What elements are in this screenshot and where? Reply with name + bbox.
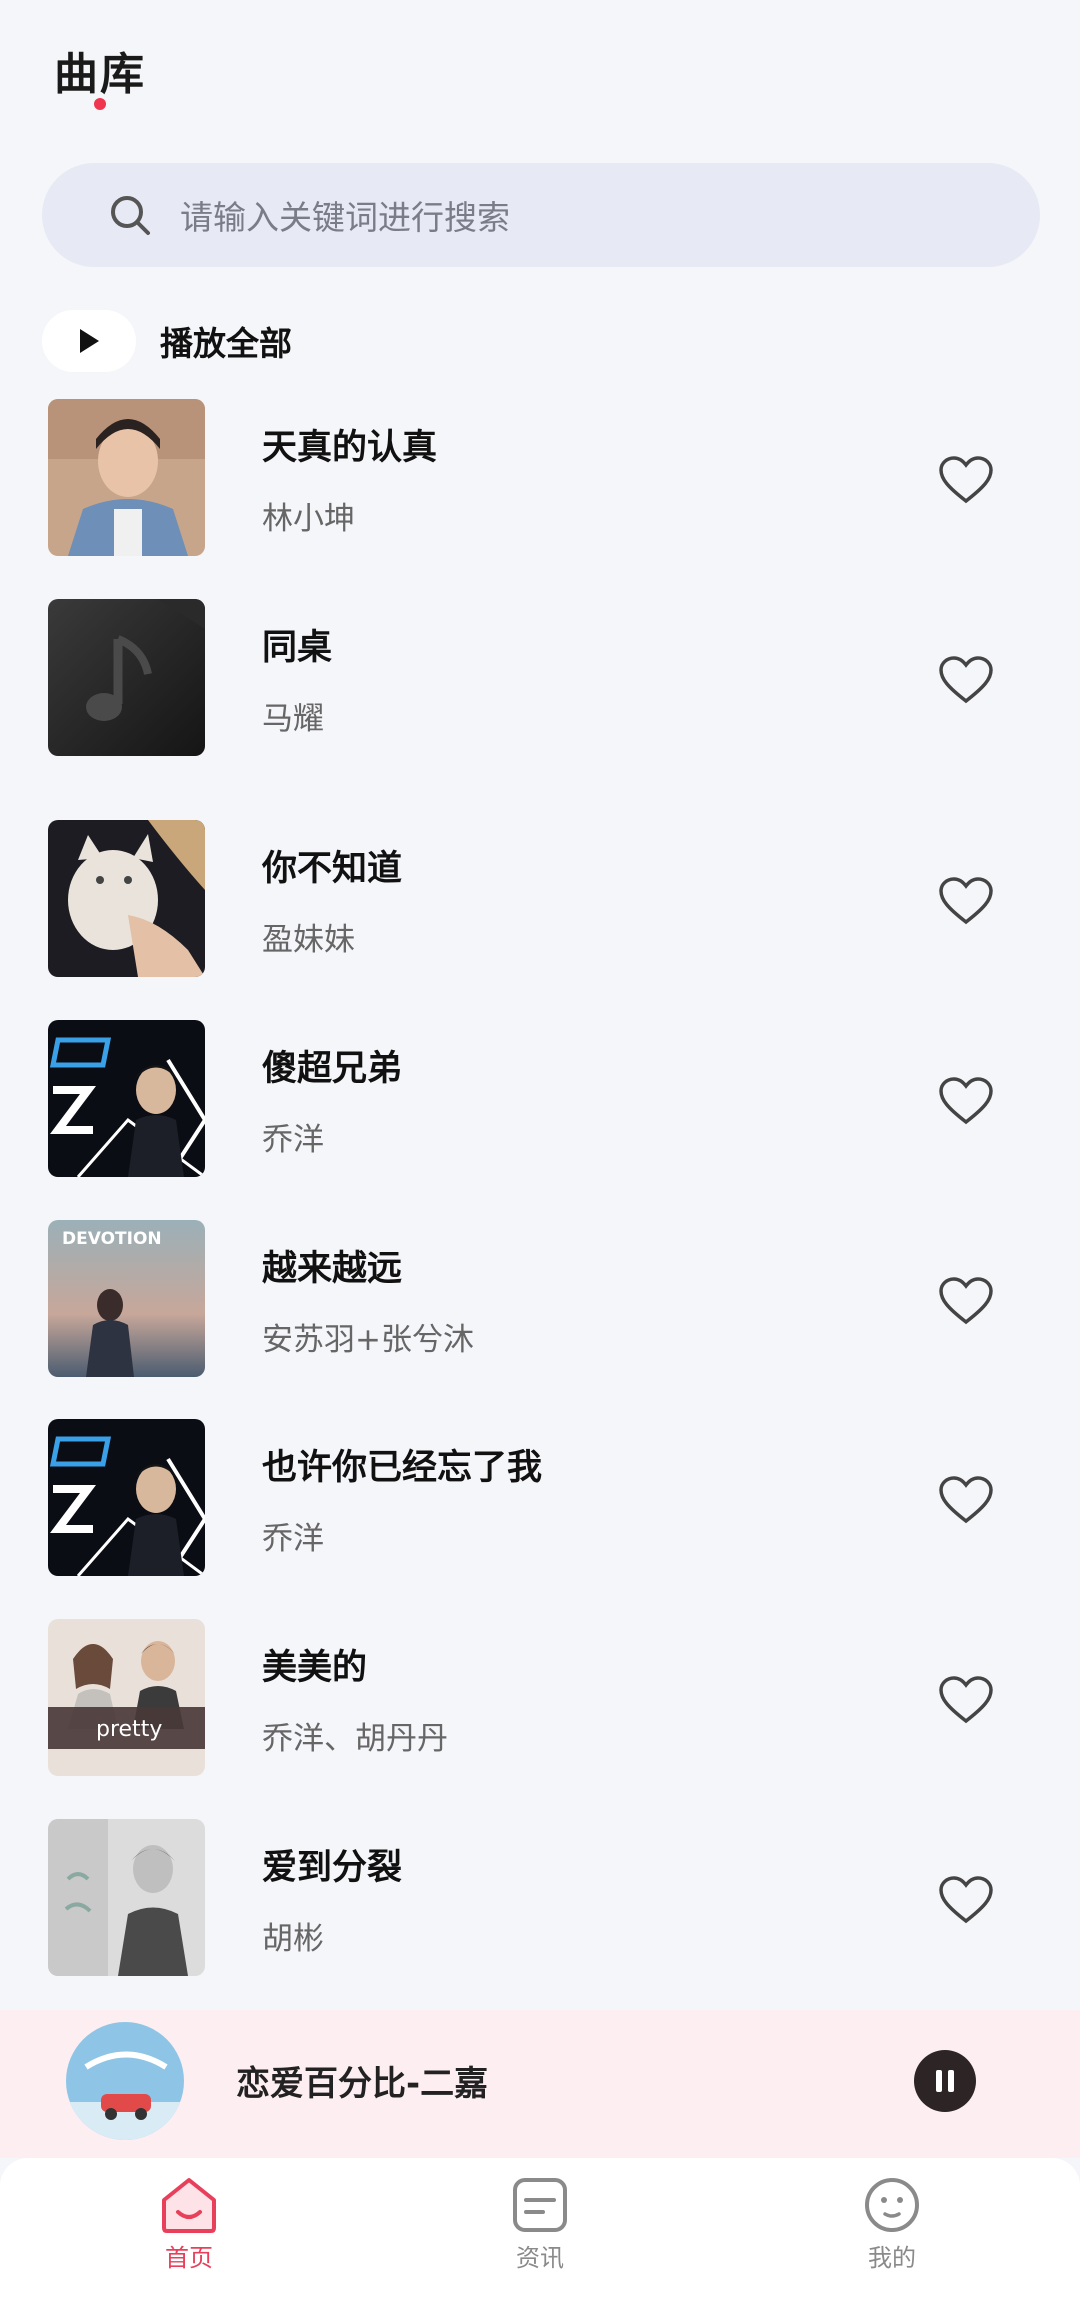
song-title: 傻超兄弟	[262, 1049, 403, 1089]
cover-pretty-text: pretty	[96, 1717, 162, 1742]
now-playing-title: 恋爱百分比-二嘉	[236, 2064, 489, 2104]
song-artist: 马耀	[262, 701, 324, 737]
album-cover: pretty	[48, 1619, 205, 1776]
song-title: 爱到分裂	[262, 1848, 403, 1888]
favorite-heart-icon[interactable]	[938, 455, 994, 505]
song-list: 天真的认真 林小坤 同桌 马耀 你不知道 盈妹妹 傻超兄弟 乔洋 DEVOTIO…	[0, 0, 1080, 2000]
tab-profile-label: 我的	[868, 2244, 916, 2272]
song-title: 你不知道	[262, 849, 403, 889]
album-art-cartoon-car	[66, 2022, 184, 2140]
music-note-placeholder-icon	[48, 599, 205, 756]
now-playing-bar[interactable]: 恋爱百分比-二嘉	[0, 2010, 1080, 2158]
profile-face-icon	[865, 2178, 919, 2232]
favorite-heart-icon[interactable]	[938, 1076, 994, 1126]
tab-profile[interactable]: 我的	[832, 2176, 952, 2273]
tab-home-label: 首页	[165, 2244, 213, 2272]
song-artist: 乔洋	[262, 1122, 324, 1158]
tab-news-label: 资讯	[516, 2244, 564, 2272]
bottom-tab-bar: 首页 资讯 我的	[0, 2158, 1080, 2298]
song-title: 越来越远	[262, 1249, 403, 1289]
song-title: 美美的	[262, 1648, 368, 1688]
album-cover	[48, 1819, 205, 1976]
album-cover	[48, 399, 205, 556]
album-art-portrait-boy	[48, 399, 205, 556]
album-art-monochrome	[48, 1819, 205, 1976]
song-title: 也许你已经忘了我	[262, 1448, 543, 1488]
album-cover	[48, 1020, 205, 1177]
album-art-neon-portrait	[48, 1020, 205, 1177]
cover-devotion-text: DEVOTION	[62, 1229, 162, 1249]
album-cover	[48, 599, 205, 756]
pause-button[interactable]	[914, 2050, 976, 2112]
album-cover	[48, 1419, 205, 1576]
song-item[interactable]: 同桌 马耀	[0, 599, 1080, 757]
now-playing-cover[interactable]	[66, 2022, 184, 2140]
album-art-white-cat	[48, 820, 205, 977]
favorite-heart-icon[interactable]	[938, 655, 994, 705]
song-item[interactable]: pretty 美美的 乔洋、胡丹丹	[0, 1619, 1080, 1777]
song-artist: 盈妹妹	[262, 922, 355, 958]
pause-icon	[936, 2070, 954, 2092]
album-cover: DEVOTION	[48, 1220, 205, 1377]
album-art-pretty: pretty	[48, 1619, 205, 1776]
song-item[interactable]: 你不知道 盈妹妹	[0, 820, 1080, 978]
song-artist: 乔洋、胡丹丹	[262, 1721, 448, 1757]
tab-news[interactable]: 资讯	[480, 2176, 600, 2273]
song-artist: 乔洋	[262, 1521, 324, 1557]
song-title: 同桌	[262, 628, 333, 668]
song-artist: 胡彬	[262, 1921, 324, 1957]
favorite-heart-icon[interactable]	[938, 1475, 994, 1525]
song-item[interactable]: 爱到分裂 胡彬	[0, 1819, 1080, 1977]
song-item[interactable]: 天真的认真 林小坤	[0, 399, 1080, 557]
song-artist: 安苏羽+张兮沐	[262, 1322, 474, 1358]
song-artist: 林小坤	[262, 501, 355, 537]
album-art-neon-portrait	[48, 1419, 205, 1576]
home-icon	[162, 2178, 216, 2233]
album-cover	[48, 820, 205, 977]
song-title: 天真的认真	[262, 428, 438, 468]
favorite-heart-icon[interactable]	[938, 876, 994, 926]
song-item[interactable]: 也许你已经忘了我 乔洋	[0, 1419, 1080, 1577]
favorite-heart-icon[interactable]	[938, 1675, 994, 1725]
song-item[interactable]: DEVOTION 越来越远 安苏羽+张兮沐	[0, 1220, 1080, 1378]
favorite-heart-icon[interactable]	[938, 1276, 994, 1326]
album-art-devotion: DEVOTION	[48, 1220, 205, 1377]
news-icon	[513, 2178, 567, 2232]
favorite-heart-icon[interactable]	[938, 1875, 994, 1925]
tab-home[interactable]: 首页	[129, 2176, 249, 2273]
song-item[interactable]: 傻超兄弟 乔洋	[0, 1020, 1080, 1178]
